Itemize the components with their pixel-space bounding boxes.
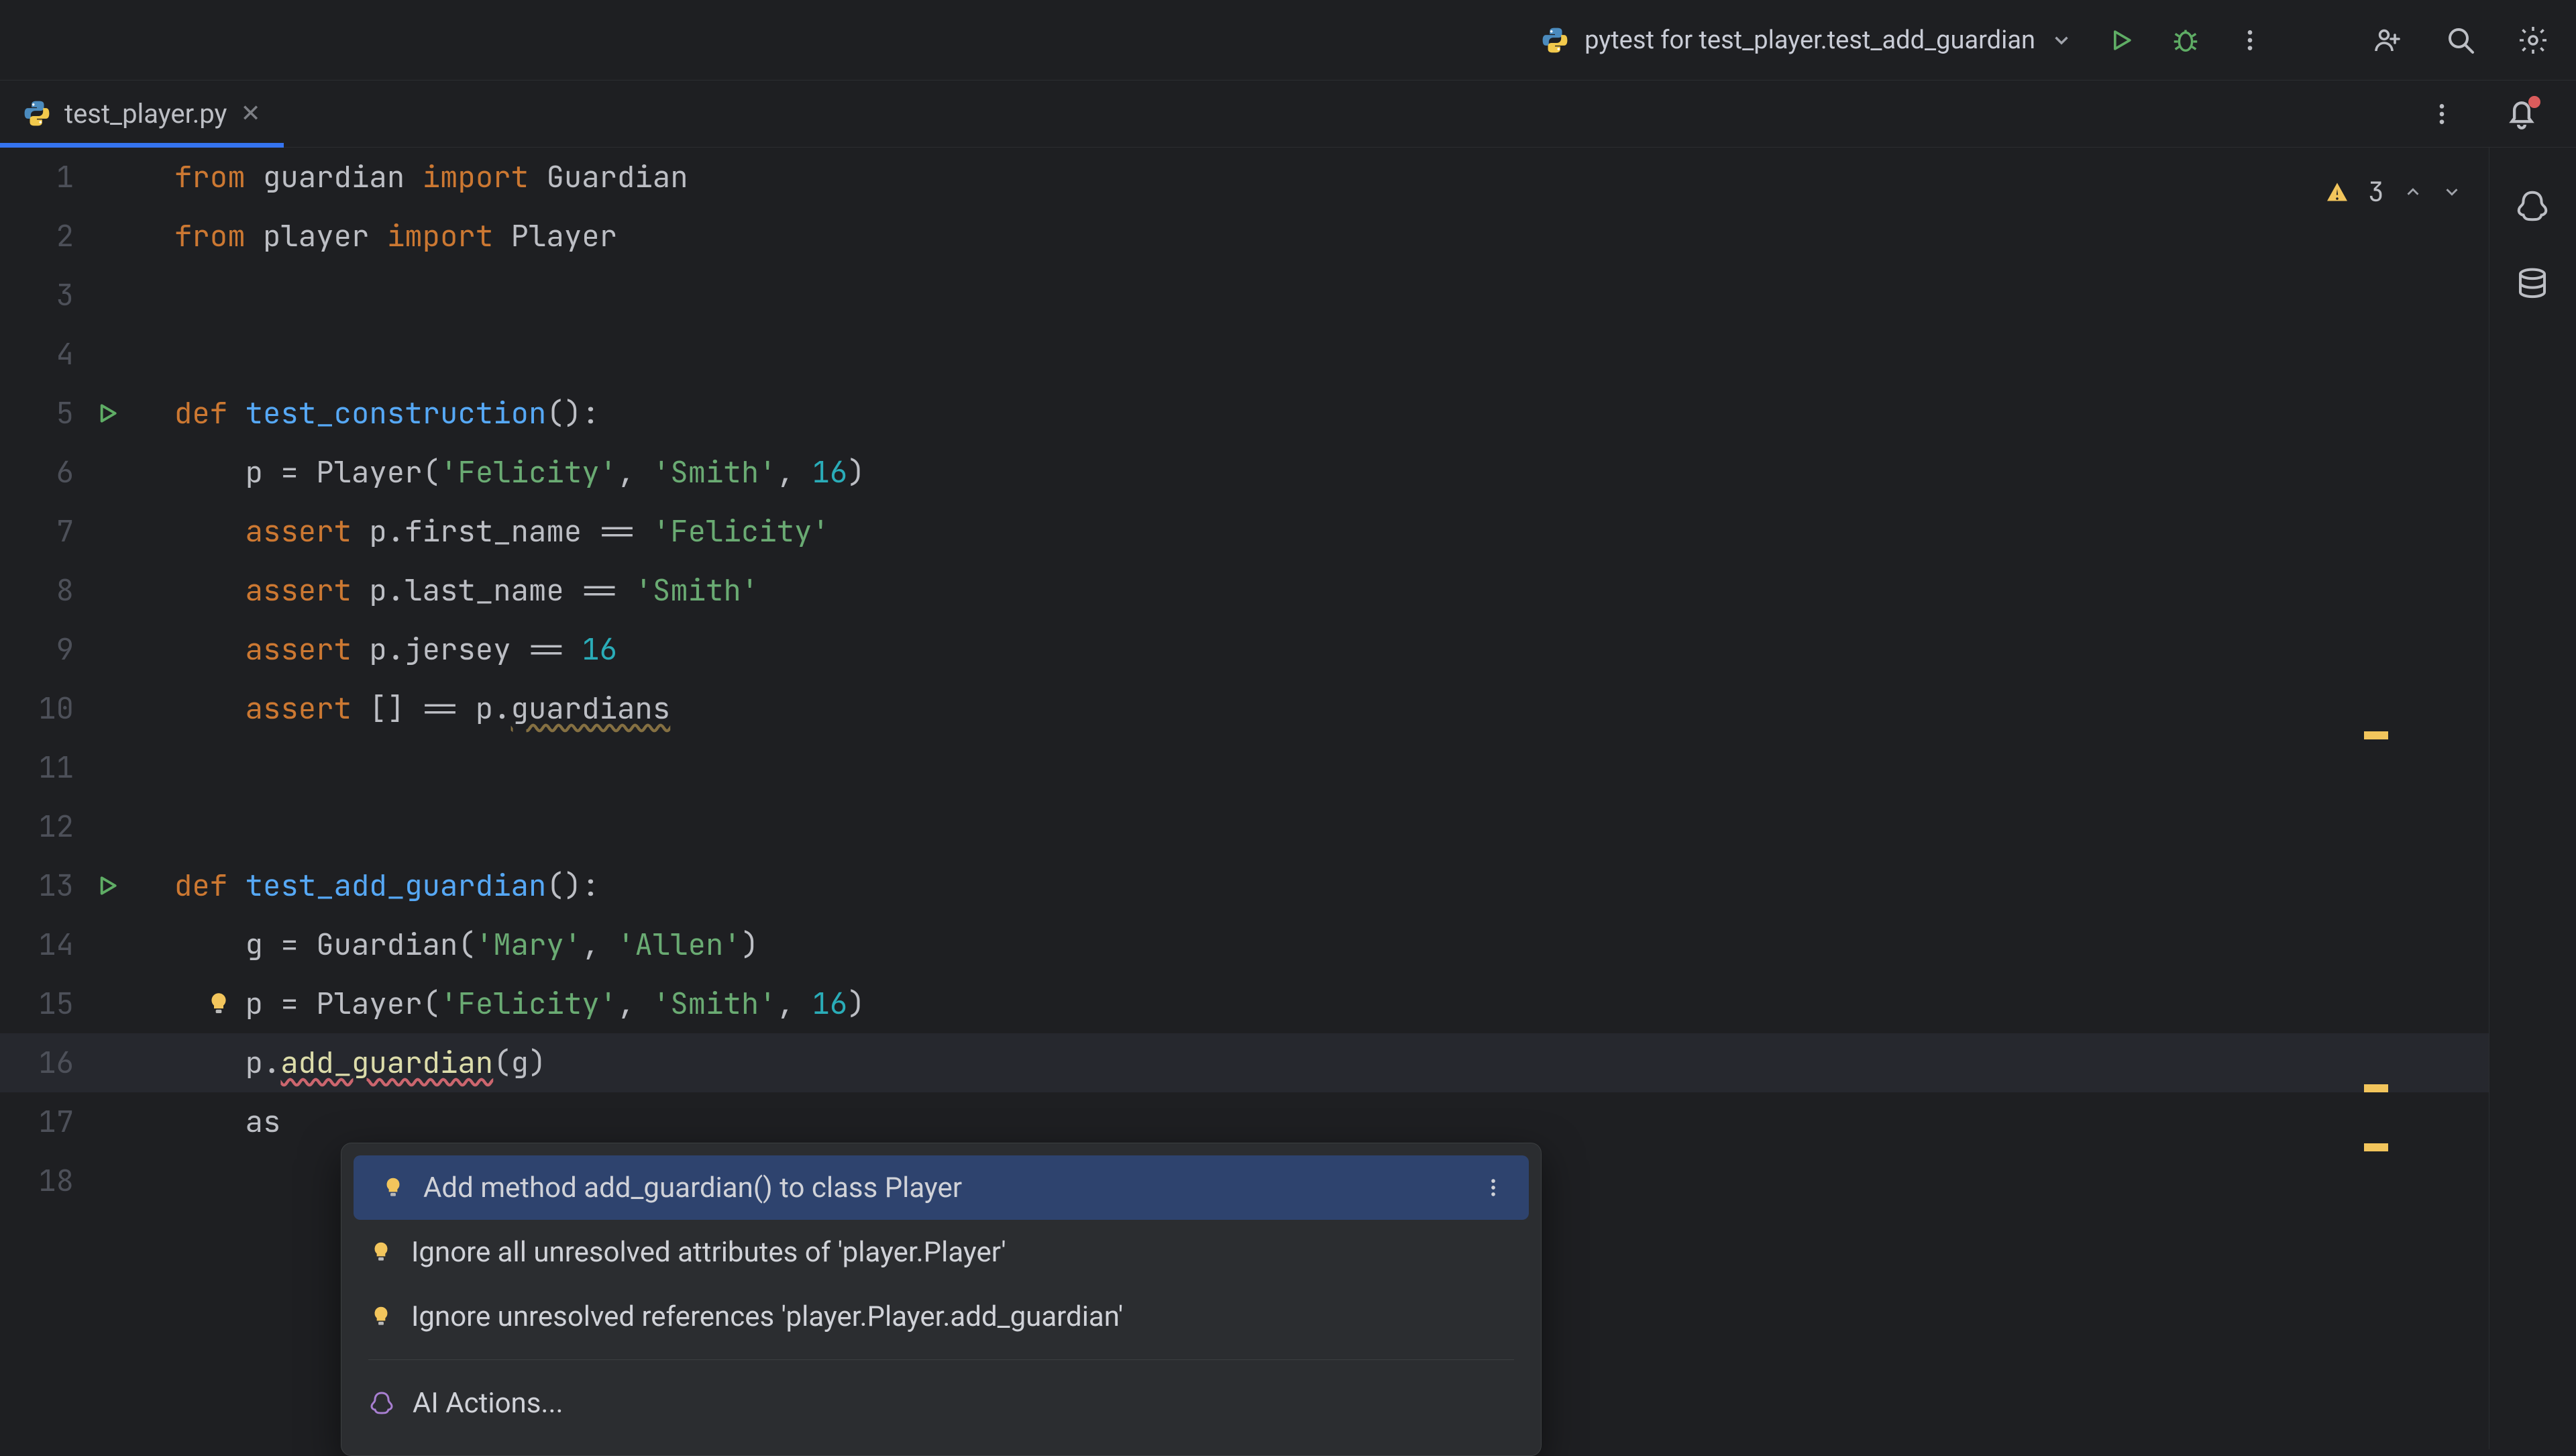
line-number: 13 bbox=[27, 856, 74, 915]
code-line: 5 def test_construction(): bbox=[0, 384, 2489, 443]
code-with-me-icon[interactable] bbox=[2372, 24, 2404, 56]
line-number: 12 bbox=[27, 797, 74, 856]
line-number: 2 bbox=[27, 207, 74, 266]
tab-options-button[interactable] bbox=[2428, 101, 2455, 127]
line-number: 15 bbox=[27, 974, 74, 1033]
editor-tabs: test_player.py ✕ bbox=[0, 81, 2576, 148]
notifications-icon[interactable] bbox=[2502, 94, 2542, 134]
debug-button[interactable] bbox=[2169, 24, 2202, 56]
ai-swirl-icon bbox=[368, 1390, 395, 1416]
intention-item-ai-actions[interactable]: AI Actions... bbox=[341, 1371, 1541, 1435]
warning-marker[interactable] bbox=[2364, 1143, 2388, 1151]
intention-item-ignore-attrs[interactable]: Ignore all unresolved attributes of 'pla… bbox=[341, 1220, 1541, 1284]
line-number: 6 bbox=[27, 443, 74, 502]
line-number: 14 bbox=[27, 915, 74, 974]
intention-submenu-icon[interactable] bbox=[1482, 1176, 1505, 1199]
tab-test-player[interactable]: test_player.py ✕ bbox=[0, 80, 284, 147]
right-tool-rail bbox=[2489, 148, 2576, 1449]
python-file-icon bbox=[1540, 25, 1570, 55]
chevron-down-icon bbox=[2050, 29, 2073, 52]
lightbulb-icon bbox=[368, 1239, 394, 1265]
warning-icon bbox=[2325, 180, 2349, 204]
run-button[interactable] bbox=[2105, 24, 2137, 56]
run-config-label: pytest for test_player.test_add_guardian bbox=[1585, 25, 2035, 55]
intention-item-ignore-ref[interactable]: Ignore unresolved references 'player.Pla… bbox=[341, 1284, 1541, 1349]
database-icon[interactable] bbox=[2514, 266, 2552, 303]
line-number: 4 bbox=[27, 325, 74, 384]
inspection-count: 3 bbox=[2368, 162, 2384, 221]
code-line: 2 from player import Player bbox=[0, 207, 2489, 266]
inspection-widget[interactable]: 3 bbox=[2325, 162, 2462, 221]
settings-icon[interactable] bbox=[2517, 24, 2549, 56]
line-number: 9 bbox=[27, 620, 74, 679]
warning-marker[interactable] bbox=[2364, 731, 2388, 739]
line-number: 11 bbox=[27, 738, 74, 797]
main-toolbar: pytest for test_player.test_add_guardian bbox=[0, 0, 2576, 81]
code-line: 1 from guardian import Guardian bbox=[0, 148, 2489, 207]
line-number: 10 bbox=[27, 679, 74, 738]
run-configuration-selector[interactable]: pytest for test_player.test_add_guardian bbox=[1540, 25, 2073, 55]
lightbulb-icon bbox=[368, 1304, 394, 1329]
line-number: 18 bbox=[27, 1151, 74, 1210]
intention-label: AI Actions... bbox=[413, 1387, 564, 1420]
line-number: 8 bbox=[27, 561, 74, 620]
close-tab-icon[interactable]: ✕ bbox=[240, 99, 260, 127]
prev-highlight-icon[interactable] bbox=[2403, 182, 2423, 202]
intention-label: Add method add_guardian() to class Playe… bbox=[423, 1172, 962, 1204]
run-test-gutter-icon[interactable] bbox=[94, 872, 121, 899]
more-actions-button[interactable] bbox=[2234, 24, 2266, 56]
next-highlight-icon[interactable] bbox=[2442, 182, 2462, 202]
python-file-icon bbox=[23, 99, 51, 127]
intention-bulb-icon[interactable] bbox=[205, 990, 233, 1018]
line-number: 17 bbox=[27, 1092, 74, 1151]
line-number: 1 bbox=[27, 148, 74, 207]
ai-assistant-icon[interactable] bbox=[2514, 188, 2552, 225]
popup-separator bbox=[368, 1359, 1514, 1360]
line-number: 16 bbox=[27, 1033, 74, 1092]
intention-actions-popup: Add method add_guardian() to class Playe… bbox=[341, 1143, 1542, 1456]
search-everywhere-icon[interactable] bbox=[2445, 24, 2477, 56]
line-number: 7 bbox=[27, 502, 74, 561]
tab-filename: test_player.py bbox=[64, 98, 227, 129]
lightbulb-icon bbox=[380, 1175, 406, 1200]
intention-label: Ignore all unresolved attributes of 'pla… bbox=[411, 1236, 1006, 1269]
line-number: 3 bbox=[27, 266, 74, 325]
warning-marker[interactable] bbox=[2364, 1084, 2388, 1092]
notification-indicator-dot bbox=[2528, 96, 2540, 108]
line-number: 5 bbox=[27, 384, 74, 443]
intention-label: Ignore unresolved references 'player.Pla… bbox=[411, 1300, 1123, 1333]
intention-item-add-method[interactable]: Add method add_guardian() to class Playe… bbox=[354, 1155, 1529, 1220]
run-test-gutter-icon[interactable] bbox=[94, 400, 121, 427]
